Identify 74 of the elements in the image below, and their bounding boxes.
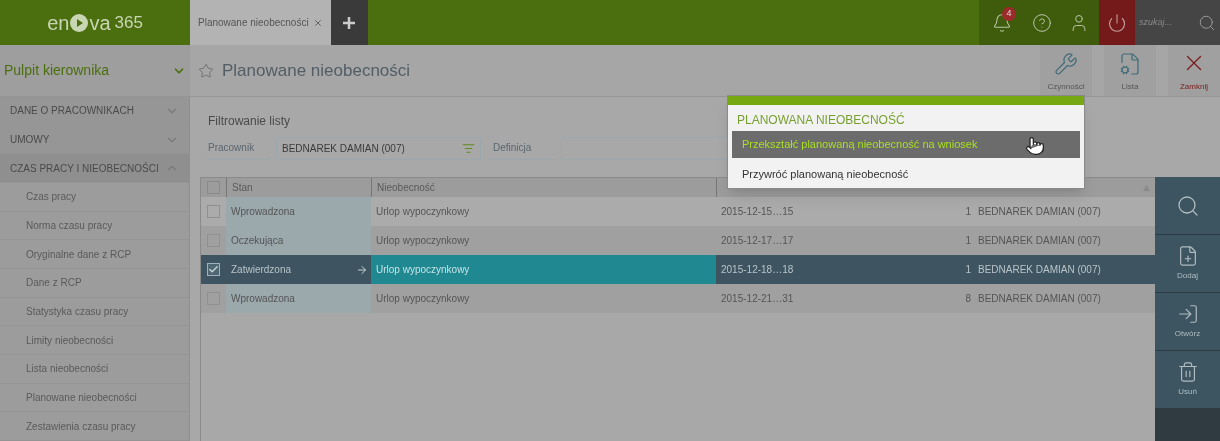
trash-icon <box>1176 361 1199 383</box>
close-tab-icon[interactable] <box>312 17 323 28</box>
action-button[interactable]: Otwórz <box>1155 293 1220 350</box>
table-cell-text: 2015-12-18…18 <box>721 263 794 277</box>
filter-title: Filtrowanie listy <box>208 113 291 130</box>
menu-item[interactable]: Przywróć planowaną nieobecność <box>732 161 1080 188</box>
search-field[interactable]: szukaj... <box>1139 15 1187 30</box>
play-circle-icon <box>70 13 89 32</box>
table-row[interactable]: Zatwierdzona Urlop wypoczynkowy 2015-12-18…18 1 BEDNAREK DAMIAN (007) <box>201 255 1155 284</box>
table-cell-text: BEDNAREK DAMIAN (007) <box>978 234 1101 248</box>
star-icon[interactable] <box>198 62 214 79</box>
table-cell-text: 2015-12-15…15 <box>721 205 794 219</box>
table-cell-text: BEDNAREK DAMIAN (007) <box>978 292 1101 306</box>
table-cell-text: 1 <box>965 234 971 248</box>
notification-badge: 4 <box>1002 7 1016 21</box>
power-icon <box>1107 12 1127 33</box>
sidebar-item[interactable]: Statystyka czasu pracy <box>0 297 189 327</box>
enter-icon <box>1176 303 1199 325</box>
field-label: Definicja <box>491 136 555 160</box>
field-label: Pracownik <box>206 136 270 160</box>
toolbar-button[interactable]: Zamknij <box>1168 45 1220 96</box>
table-cell-text: Zatwierdzona <box>231 263 292 277</box>
search-icon[interactable] <box>1198 13 1216 32</box>
menu-title: PLANOWANA NIEOBECNOŚĆ <box>736 111 906 129</box>
sidebar-section[interactable]: UMOWY <box>0 125 189 155</box>
sidebar-item[interactable]: Norma czasu pracy <box>0 211 189 241</box>
sidebar-item[interactable]: Zestawienia czasu pracy <box>0 412 189 441</box>
sidebar-section[interactable]: DANE O PRACOWNIKACH <box>0 97 189 126</box>
table-cell-text: Urlop wypoczynkowy <box>376 263 470 277</box>
table-cell-text: Urlop wypoczynkowy <box>376 292 470 306</box>
sidebar-item[interactable]: Planowane nieobecności <box>0 383 189 413</box>
checkbox[interactable] <box>207 205 220 218</box>
arrow-icon <box>356 263 368 276</box>
table-cell-text: BEDNAREK DAMIAN (007) <box>978 263 1101 277</box>
table-cell-text: 2015-12-21…31 <box>721 292 794 306</box>
check-icon <box>208 264 219 275</box>
checkbox[interactable] <box>207 263 220 276</box>
table-cell-text: Urlop wypoczynkowy <box>376 234 470 248</box>
action-button[interactable] <box>1155 177 1220 234</box>
picker-field[interactable]: BEDNAREK DAMIAN (007) <box>276 136 481 160</box>
search-icon <box>1175 193 1200 218</box>
power-button[interactable] <box>1099 0 1135 45</box>
plus-icon <box>342 15 357 30</box>
table-cell-text: 8 <box>965 292 971 306</box>
table-row[interactable]: Oczekująca Urlop wypoczynkowy 2015-12-17…17 1 BEDNAREK DAMIAN (007) <box>201 226 1155 255</box>
bell-icon <box>991 12 1012 33</box>
sidebar-item[interactable]: Lista nieobecności <box>0 355 189 384</box>
list-settings-icon <box>1118 52 1142 76</box>
table-cell-text: 1 <box>965 205 971 219</box>
help-icon[interactable] <box>1031 12 1052 33</box>
table-cell-text: 1 <box>965 263 971 277</box>
new-tab-button[interactable] <box>330 0 368 45</box>
action-button[interactable]: Dodaj <box>1155 235 1220 292</box>
table-cell-text: Urlop wypoczynkowy <box>376 205 470 219</box>
table-cell-text: BEDNAREK DAMIAN (007) <box>978 205 1101 219</box>
table-cell-text: Oczekująca <box>231 234 284 248</box>
tab[interactable]: Planowane nieobecności <box>190 0 331 45</box>
page-title: Planowane nieobecności <box>222 59 411 82</box>
list-icon[interactable] <box>462 141 475 155</box>
table-cell-text: Wprowadzona <box>231 292 295 306</box>
sidebar-item[interactable]: Limity nieobecności <box>0 326 189 356</box>
wrench-icon <box>1054 52 1078 76</box>
menu-item[interactable]: Przekształć planowaną nieobecność na wniosek <box>732 131 1080 158</box>
logo: en va 365 <box>46 10 144 36</box>
toolbar-button[interactable]: Czynności <box>1040 45 1092 96</box>
action-button[interactable]: Usuń <box>1155 351 1220 408</box>
table-cell-text: 2015-12-17…17 <box>721 234 794 248</box>
table-row[interactable]: Wprowadzona Urlop wypoczynkowy 2015-12-21…31 8 BEDNAREK DAMIAN (007) <box>201 284 1155 313</box>
hand-cursor-icon <box>1025 136 1045 156</box>
table-cell-text: Wprowadzona <box>231 205 295 219</box>
toolbar-button[interactable]: Lista <box>1104 45 1156 96</box>
sidebar-item[interactable]: Oryginalne dane z RCP <box>0 240 189 270</box>
sidebar-item[interactable]: Dane z RCP <box>0 269 189 298</box>
sidebar-item[interactable]: Czas pracy <box>0 183 189 212</box>
